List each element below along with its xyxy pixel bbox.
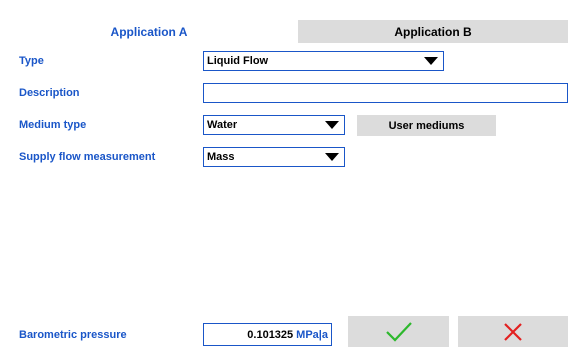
cancel-button[interactable] [458,316,568,347]
supply-flow-label: Supply flow measurement [19,151,156,163]
medium-type-label: Medium type [19,119,87,131]
tab-application-a[interactable]: Application A [0,20,298,43]
supply-flow-dropdown[interactable]: Mass [203,147,345,167]
barometric-pressure-label: Barometric pressure [19,329,127,341]
medium-type-value: Water [207,119,238,131]
tab-application-b[interactable]: Application B [298,20,568,43]
chevron-down-icon [424,57,438,65]
type-dropdown[interactable]: Liquid Flow [203,51,444,71]
barometric-pressure-field[interactable]: 0.101325 MPa|a [203,323,332,346]
barometric-pressure-value: 0.101325 [247,328,294,341]
chevron-down-icon [325,153,339,161]
checkmark-icon [385,321,412,342]
medium-type-dropdown[interactable]: Water [203,115,345,135]
barometric-pressure-unit: MPa|a [296,328,328,341]
chevron-down-icon [325,121,339,129]
confirm-button[interactable] [348,316,449,347]
supply-flow-value: Mass [207,151,235,163]
user-mediums-button[interactable]: User mediums [357,115,496,136]
description-field[interactable] [203,83,568,103]
type-value: Liquid Flow [207,55,269,67]
description-label: Description [19,87,80,99]
type-label: Type [19,55,44,67]
cross-icon [504,322,522,341]
